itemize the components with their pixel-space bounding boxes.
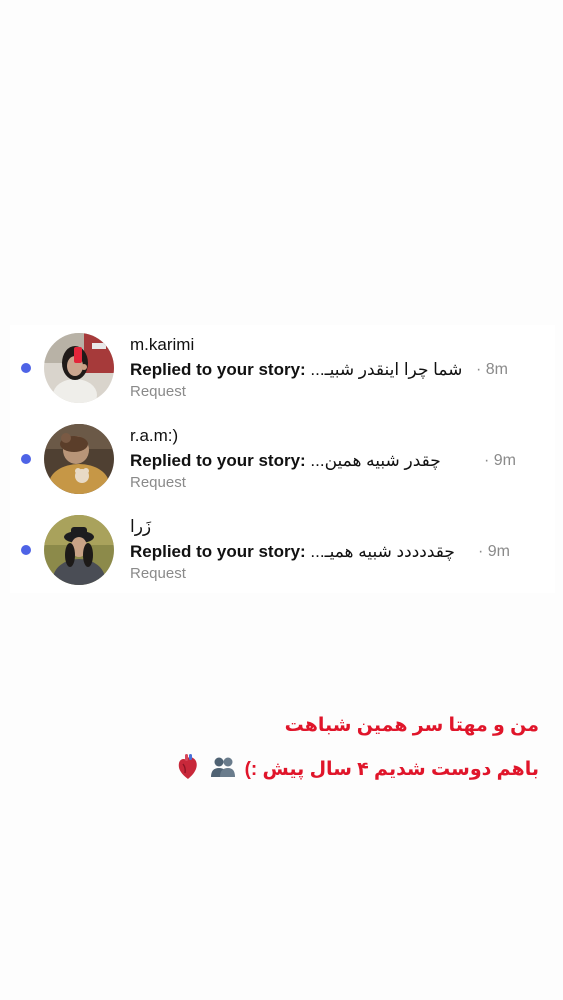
reply-prefix: Replied to your story: — [130, 542, 311, 561]
caption-line-2: باهم دوست شدیم ۴ سال پیش :) — [39, 754, 539, 786]
list-item[interactable]: زَرا Replied to your story: چقددددد شبیه… — [10, 507, 555, 597]
unread-dot-icon — [21, 454, 31, 464]
message-preview: Replied to your story: چقددددد شبیه همیـ… — [130, 542, 455, 562]
timestamp: · 9m — [484, 452, 516, 470]
username: زَرا — [130, 517, 152, 536]
message-requests-list: m.karimi Replied to your story: شما چرا … — [10, 325, 555, 593]
anatomical-heart-icon — [177, 754, 199, 786]
username: r.a.m:) — [130, 426, 179, 445]
avatar[interactable] — [44, 333, 114, 403]
list-item[interactable]: m.karimi Replied to your story: شما چرا … — [10, 325, 555, 415]
reply-prefix: Replied to your story: — [130, 360, 311, 379]
reply-text: شما چرا اینقدر شبیـ... — [310, 360, 463, 379]
request-label: Request — [130, 565, 186, 582]
reply-text: چقدر شبیه همین... — [310, 451, 441, 470]
request-label: Request — [130, 383, 186, 400]
two-people-silhouette-icon — [210, 756, 236, 784]
avatar[interactable] — [44, 424, 114, 494]
unread-dot-icon — [21, 545, 31, 555]
avatar[interactable] — [44, 515, 114, 585]
time-label: 9m — [493, 452, 517, 469]
reply-prefix: Replied to your story: — [130, 451, 311, 470]
timestamp: · 9m — [478, 543, 510, 561]
list-item[interactable]: r.a.m:) Replied to your story: چقدر شبیه… — [10, 416, 555, 506]
caption-line-1: من و مهتا سر همین شباهت — [284, 715, 539, 736]
timestamp: · 8m — [476, 361, 508, 379]
caption-line-2-text: باهم دوست شدیم ۴ سال پیش :) — [244, 759, 539, 781]
unread-dot-icon — [21, 363, 31, 373]
screenshot-page: m.karimi Replied to your story: شما چرا … — [0, 0, 563, 1000]
reply-text: چقددددد شبیه همیـ... — [310, 542, 455, 561]
username: m.karimi — [130, 335, 195, 354]
message-preview: Replied to your story: چقدر شبیه همین... — [130, 451, 441, 471]
request-label: Request — [130, 474, 186, 491]
separator: · — [478, 543, 484, 560]
message-preview: Replied to your story: شما چرا اینقدر شب… — [130, 360, 462, 380]
separator: · — [484, 452, 490, 469]
time-label: 9m — [487, 543, 511, 560]
separator: · — [476, 361, 482, 378]
time-label: 8m — [485, 361, 509, 378]
